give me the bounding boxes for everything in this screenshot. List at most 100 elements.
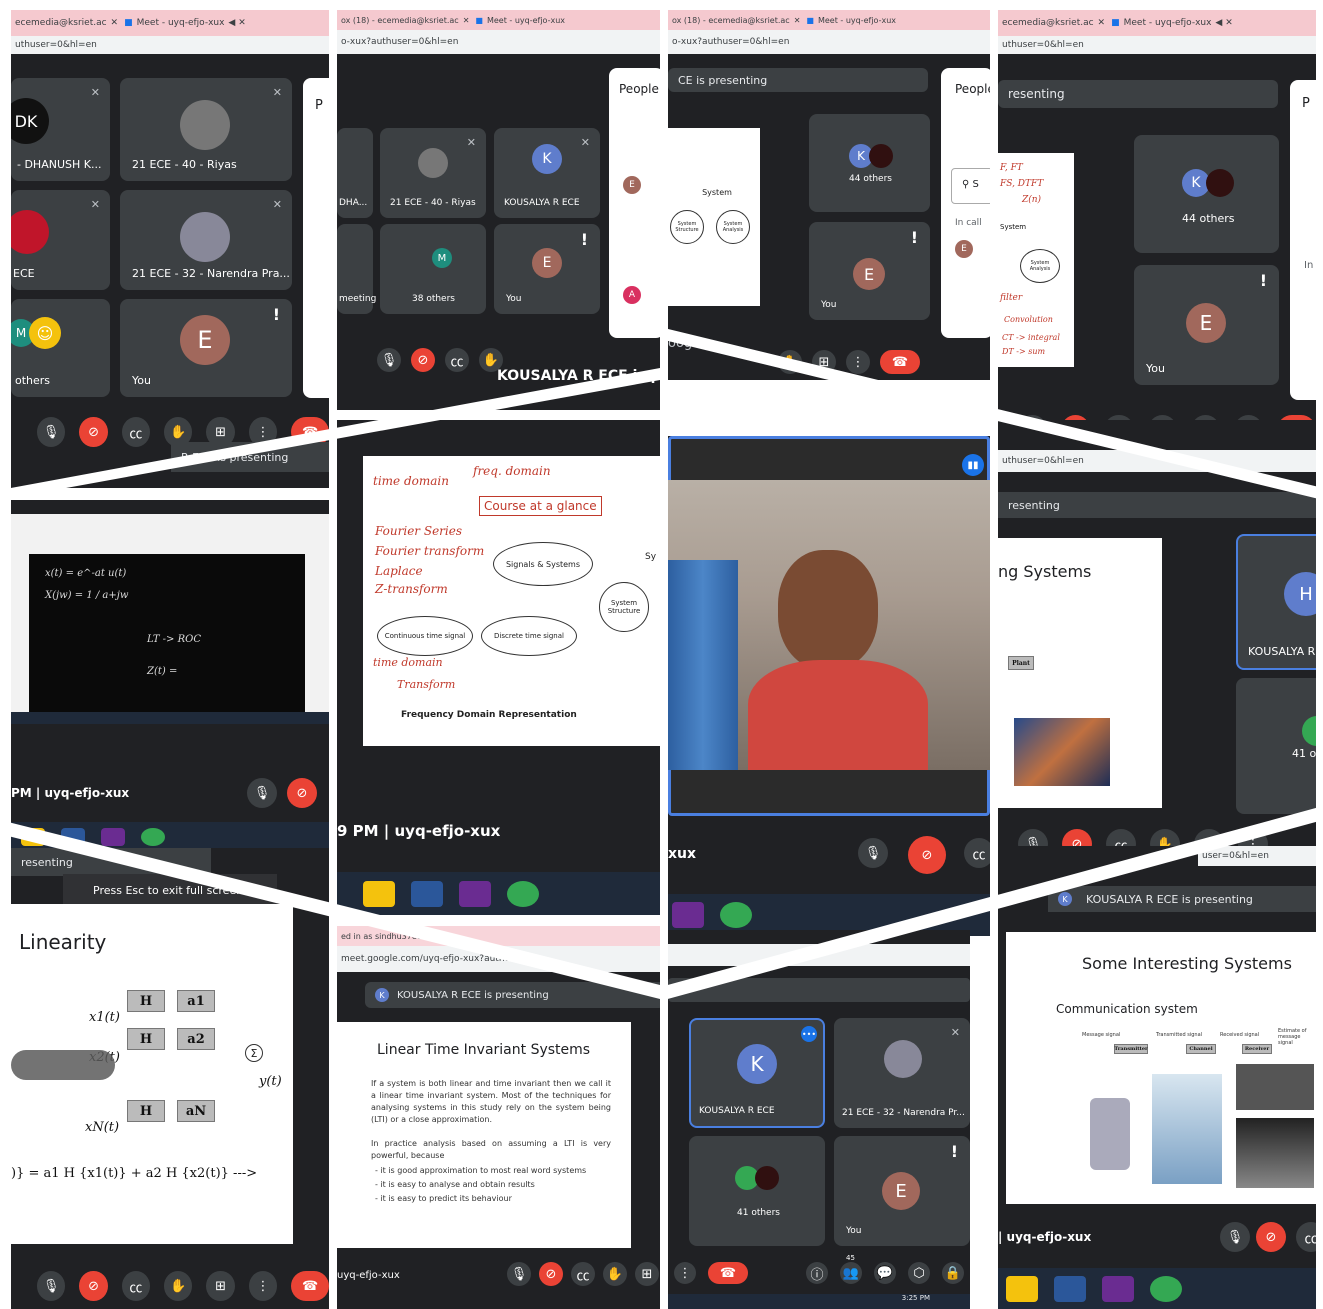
lock-icon[interactable]: 🔒 <box>942 1262 964 1284</box>
more-options-icon[interactable]: ••• <box>801 1026 817 1042</box>
more-options-icon[interactable]: ⋮ <box>248 1271 278 1301</box>
participant-tile-you[interactable]: E ! You <box>834 1136 970 1246</box>
camera-off-button[interactable]: ⊘ <box>79 1271 108 1301</box>
raise-hand-button[interactable]: ✋ <box>603 1262 627 1286</box>
activities-icon[interactable]: ⬡ <box>908 1262 930 1284</box>
file-explorer-icon[interactable] <box>1006 1275 1038 1302</box>
participant-tile-active[interactable]: H KOUSALYA R <box>1236 534 1316 670</box>
winrar-icon[interactable] <box>459 880 491 907</box>
captions-button[interactable]: ㏄ <box>964 838 990 868</box>
avatar: DK <box>11 98 49 144</box>
participant-tile[interactable]: M ☺ others <box>11 299 110 397</box>
participant-tile[interactable]: ✕ 21 ECE - 32 - Narendra Pr... <box>834 1018 970 1128</box>
word-icon[interactable] <box>411 880 443 907</box>
word-icon[interactable] <box>1054 1275 1086 1302</box>
participant-tile-you[interactable]: E ! You <box>809 222 930 320</box>
participant-tile[interactable]: 41 o <box>1236 678 1316 814</box>
participant-tile[interactable]: M 38 others <box>380 224 486 314</box>
browser-tab[interactable]: ox (18) - ecemedia@ksriet.ac ✕ <box>672 16 800 25</box>
address-bar[interactable]: user=0&hl=en <box>1198 846 1316 866</box>
browser-tab[interactable]: ed in as sindhu37ec ✕ <box>341 932 432 941</box>
address-bar[interactable]: meet.google.com/uyq-efjo-xux?authuser <box>337 946 660 972</box>
chrome-icon[interactable] <box>720 902 752 928</box>
present-button[interactable]: ⊞ <box>812 350 836 374</box>
leave-call-button[interactable]: ☎ <box>880 350 920 374</box>
address-bar[interactable]: uthuser=0&hl=en <box>998 36 1316 54</box>
present-button[interactable]: ⊞ <box>206 1271 235 1301</box>
leave-call-button[interactable]: ☎ <box>291 1271 329 1301</box>
participant-tile[interactable]: ✕ 21 ECE - 40 - Riyas <box>380 128 486 218</box>
captions-button[interactable]: ㏄ <box>121 1271 151 1301</box>
people-icon[interactable]: 👥 45 <box>840 1254 862 1284</box>
present-button[interactable]: ⊞ <box>635 1262 659 1286</box>
participant-tile[interactable]: DK ✕ - DHANUSH K... <box>11 78 110 181</box>
word-icon[interactable] <box>61 828 85 846</box>
participant-tile-you[interactable]: E ! You <box>1134 265 1279 385</box>
browser-tab[interactable]: ecemedia@ksriet.ac ✕ <box>15 18 118 28</box>
camera-off-button[interactable]: ⊘ <box>539 1262 563 1286</box>
winrar-icon[interactable] <box>101 828 125 846</box>
participant-tile-active[interactable]: K ••• KOUSALYA R ECE <box>689 1018 825 1128</box>
address-bar[interactable]: o-xux?authuser=0&hl=en <box>337 30 660 54</box>
mic-icon[interactable]: 🎙 <box>37 1271 66 1301</box>
winrar-icon[interactable] <box>672 902 704 928</box>
search-input[interactable]: ⚲ S <box>951 168 990 204</box>
participant-tile[interactable]: DHA... <box>337 128 373 218</box>
participant-tile[interactable]: K 44 others <box>809 114 930 212</box>
winrar-icon[interactable] <box>1102 1275 1134 1302</box>
mic-icon[interactable]: 🎙 <box>247 778 277 808</box>
address-bar[interactable]: uthuser=0&hl=en <box>11 36 329 54</box>
participant-tile[interactable]: K 44 others <box>1134 135 1279 253</box>
more-options-icon[interactable]: ⋮ <box>674 1262 696 1284</box>
browser-tab[interactable]: ox (18) - ecemedia@ksriet.ac ✕ <box>341 16 469 25</box>
captions-button[interactable]: ㏄ <box>121 417 151 447</box>
chrome-icon[interactable] <box>507 880 539 907</box>
mic-icon[interactable]: 🎙 <box>37 417 66 447</box>
participant-tile[interactable]: ✕ 21 ECE - 40 - Riyas <box>120 78 292 181</box>
file-explorer-icon[interactable] <box>21 828 45 846</box>
address-bar[interactable]: o-xux?authuser=0&hl=en <box>668 30 990 54</box>
camera-off-button[interactable]: ⊘ <box>908 836 946 874</box>
browser-tab-meet[interactable]: ■ Meet - uyq-efjo-xux <box>475 16 565 25</box>
camera-off-button[interactable]: ⊘ <box>287 778 317 808</box>
captions-button[interactable]: ㏄ <box>571 1262 595 1286</box>
address-bar[interactable] <box>668 944 970 966</box>
info-icon[interactable]: ⓘ <box>806 1262 828 1284</box>
browser-tab[interactable]: ecemedia@ksriet.ac ✕ <box>1002 18 1105 28</box>
chrome-icon[interactable] <box>1150 1275 1182 1302</box>
address-bar[interactable]: uthuser=0&hl=en <box>998 450 1316 472</box>
more-options-icon[interactable]: ⋮ <box>846 350 870 374</box>
avatar: H <box>1284 572 1316 616</box>
participant-tile[interactable]: ✕ 21 ECE - 32 - Narendra Pra... <box>120 190 292 290</box>
participant-tile[interactable]: ✕ ECE <box>11 190 110 290</box>
mic-icon[interactable]: 🎙 <box>507 1262 531 1286</box>
participant-tile[interactable]: K ✕ KOUSALYA R ECE <box>494 128 600 218</box>
raise-hand-button[interactable]: ✋ <box>778 350 802 374</box>
mic-icon[interactable]: 🎙 <box>858 838 888 868</box>
file-explorer-icon[interactable] <box>363 880 395 907</box>
browser-tab-meet[interactable]: ■ Meet - uyq-efjo-xux ◀ ✕ <box>124 18 246 28</box>
participant-tile-you[interactable]: E ! You <box>494 224 600 314</box>
participant-tile[interactable]: 41 others <box>689 1136 825 1246</box>
tile-slide-lti-10: ed in as sindhu37ec ✕ meet.google.com/uyq… <box>337 926 660 1309</box>
camera-off-button[interactable]: ⊘ <box>1256 1222 1286 1252</box>
captions-button[interactable]: ㏄ <box>445 348 469 372</box>
browser-tab-strip: ecemedia@ksriet.ac ✕ ■ Meet - uyq-efjo-xux… <box>998 10 1316 36</box>
camera-off-button[interactable]: ⊘ <box>79 417 108 447</box>
participant-tile-you[interactable]: E ! You <box>120 299 292 397</box>
captions-button[interactable]: ㏄ <box>1296 1222 1316 1252</box>
mic-icon[interactable]: 🎙 <box>377 348 401 372</box>
browser-tab-meet[interactable]: ■ Meet - uyq-efjo-xux <box>806 16 896 25</box>
tile-video-7: ▮▮ xux 🎙 ⊘ ㏄ <box>668 436 990 936</box>
mic-icon[interactable]: 🎙 <box>1220 1222 1250 1252</box>
raise-hand-button[interactable]: ✋ <box>164 1271 193 1301</box>
chrome-icon[interactable] <box>141 828 165 846</box>
camera-off-button[interactable]: ⊘ <box>411 348 435 372</box>
browser-tab-meet[interactable]: ■ Meet - uyq-efjo-xux ◀ ✕ <box>1111 18 1233 28</box>
leave-call-button[interactable]: ☎ <box>708 1262 748 1284</box>
diagram-node: System Analysis <box>1020 249 1060 283</box>
slide-title: Linear Time Invariant Systems <box>377 1042 591 1058</box>
chat-icon[interactable]: 💬 <box>874 1262 896 1284</box>
floating-self-view[interactable] <box>11 1050 115 1080</box>
participant-tile[interactable]: meeting <box>337 224 376 314</box>
